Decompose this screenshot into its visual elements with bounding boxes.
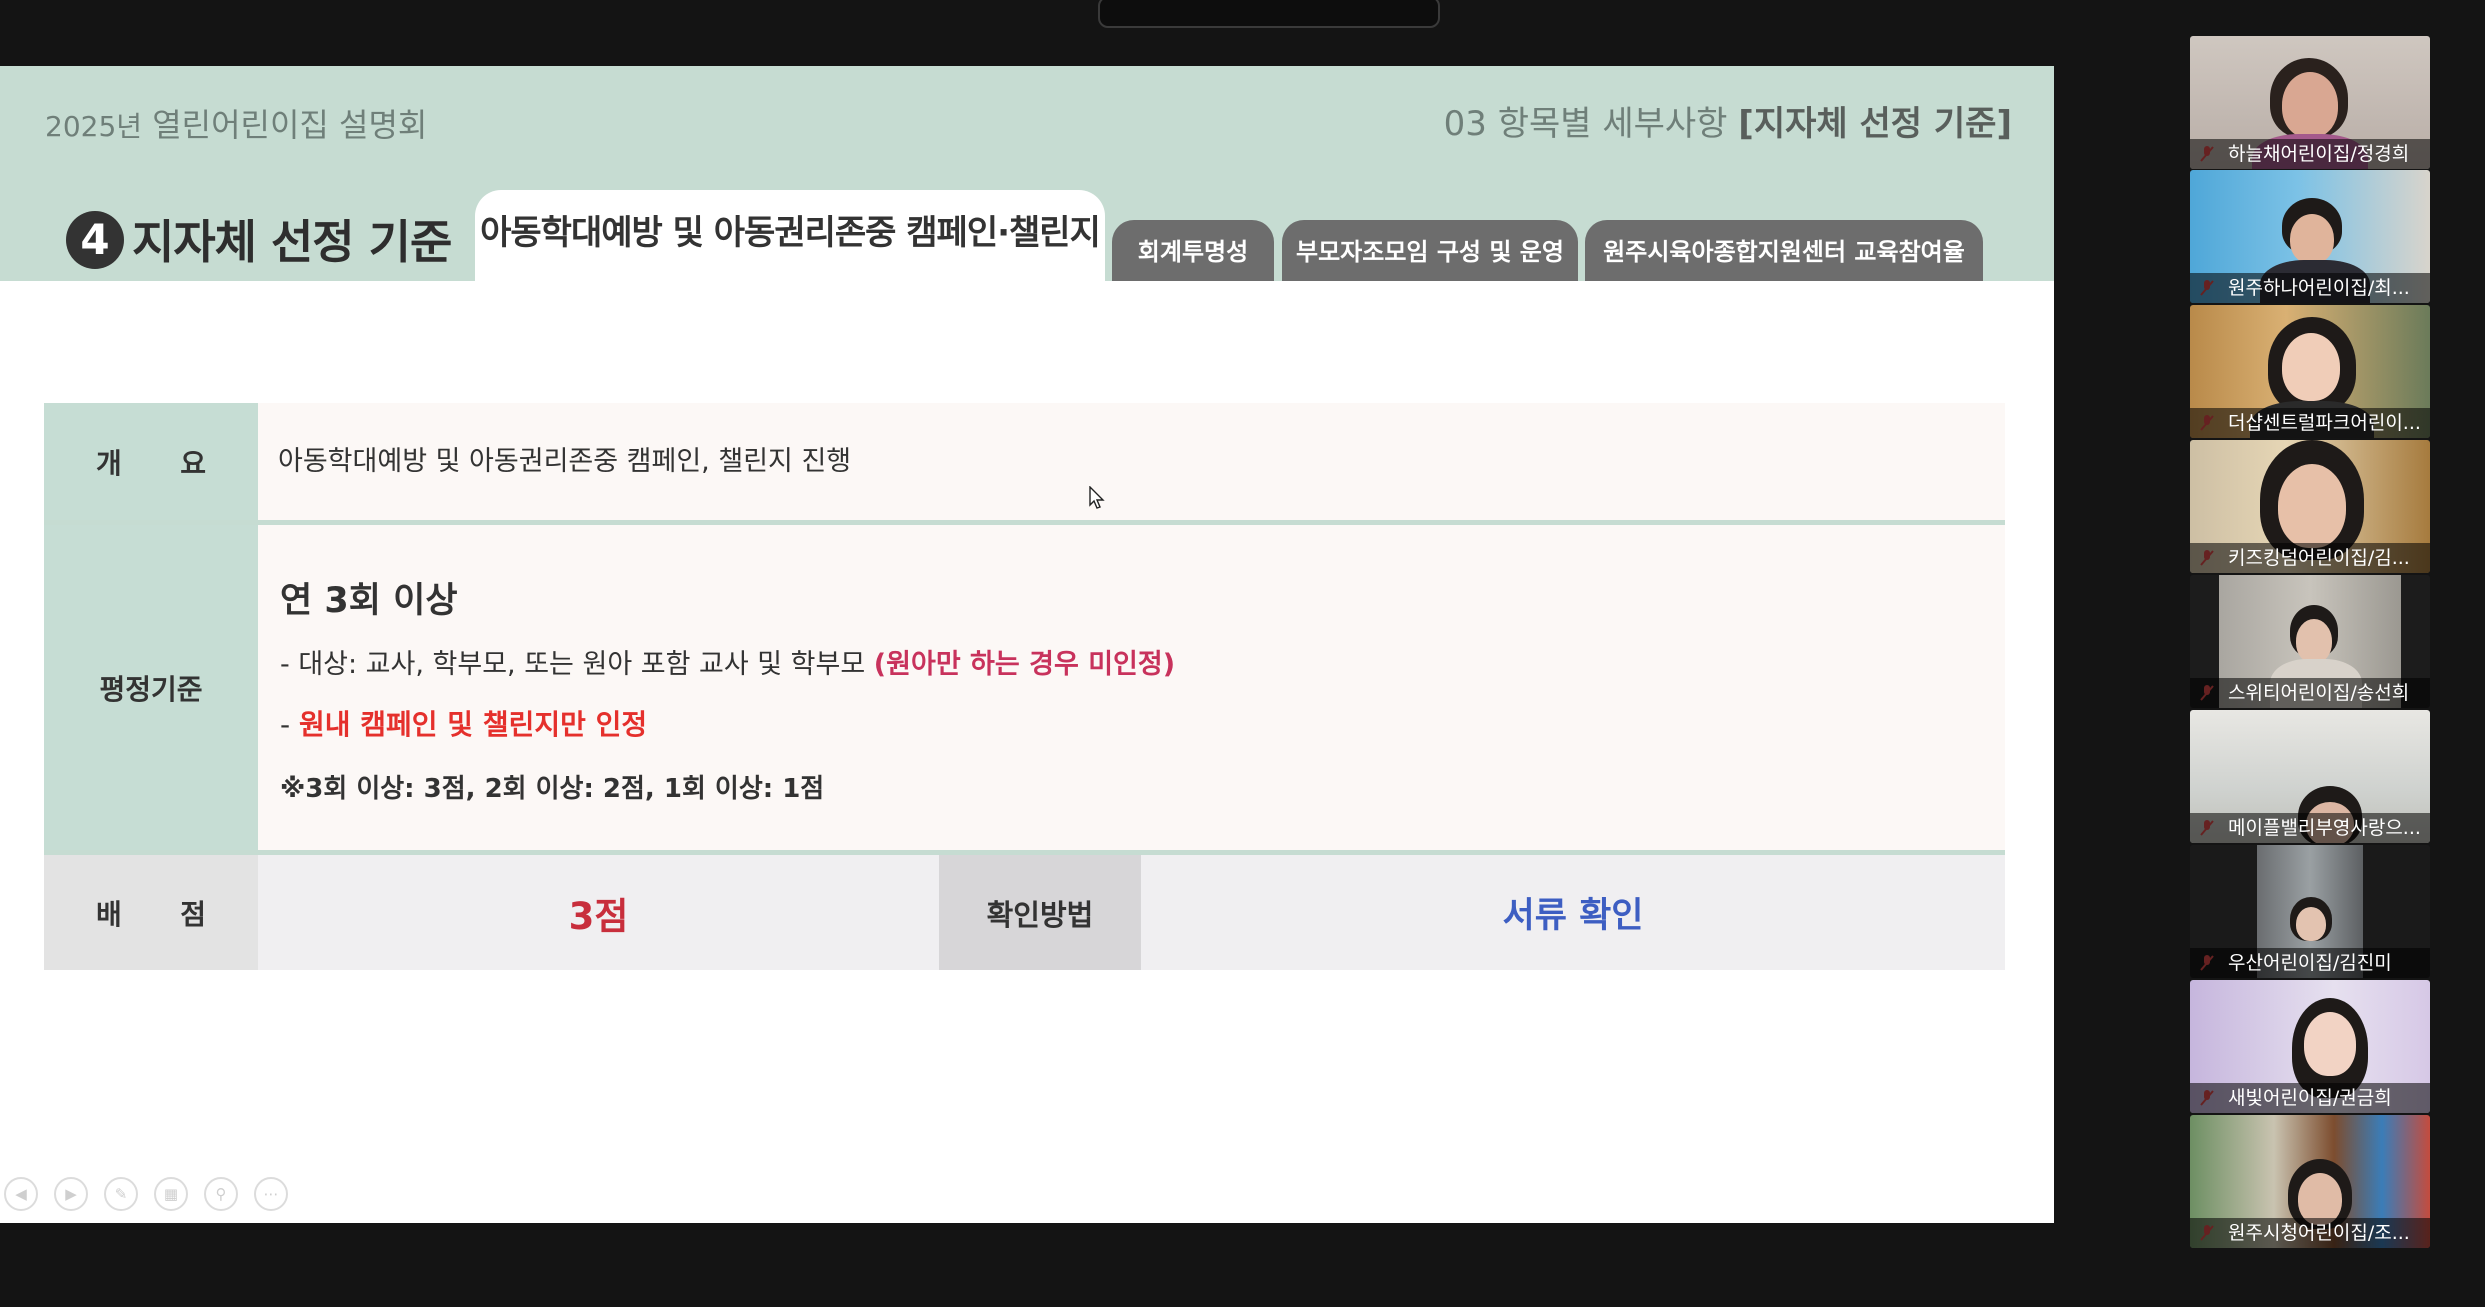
score-row: 배 점 3점 확인방법 서류 확인 [44, 855, 2005, 970]
criteria-heading: 연 3회 이상 [280, 581, 458, 621]
criteria-note: - 원내 캠페인 및 챌린지만 인정 [280, 708, 648, 741]
score-label: 배 점 [44, 855, 258, 970]
criteria-scoring: ※3회 이상: 3점, 2회 이상: 2점, 1회 이상: 1점 [280, 774, 825, 804]
criteria-label: 평정기준 [44, 525, 258, 850]
participant-tile[interactable]: 스위티어린이집/송선희 [2190, 575, 2430, 708]
participant-name: 원주하나어린이집/최... [2190, 273, 2430, 303]
section-title: 지자체 선정 기준 [132, 215, 452, 269]
participant-tile[interactable]: 우산어린이집/김진미 [2190, 845, 2430, 978]
participant-tile[interactable]: 더샵센트럴파크어린이... [2190, 305, 2430, 438]
criteria-target: - 대상: 교사, 학부모, 또는 원아 포함 교사 및 학부모 (원아만 하는… [280, 649, 1176, 680]
participant-tile[interactable]: 원주시청어린이집/조... [2190, 1115, 2430, 1248]
participant-name: 원주시청어린이집/조... [2190, 1218, 2430, 1248]
participant-name: 더샵센트럴파크어린이... [2190, 408, 2430, 438]
section-breadcrumb: 03 항목별 세부사항 [지자체 선정 기준] [1443, 104, 2012, 144]
event-title: 2025년 열린어린이집 설명회 [45, 106, 428, 144]
participant-name: 메이플밸리부영사랑으... [2190, 813, 2430, 843]
participant-tile[interactable]: 키즈킹덤어린이집/김... [2190, 440, 2430, 573]
participant-name: 키즈킹덤어린이집/김... [2190, 543, 2430, 573]
mouse-cursor-icon [1089, 486, 1105, 509]
criteria-value: 연 3회 이상 - 대상: 교사, 학부모, 또는 원아 포함 교사 및 학부모… [258, 525, 2005, 850]
slides-icon[interactable]: ▦ [154, 1177, 188, 1211]
participant-name: 스위티어린이집/송선희 [2190, 678, 2430, 708]
tab-accounting-transparency: 회계투명성 [1112, 220, 1274, 281]
overview-label: 개 요 [44, 403, 258, 520]
participant-name: 우산어린이집/김진미 [2190, 948, 2430, 978]
criteria-target-note: (원아만 하는 경우 미인정) [873, 649, 1176, 680]
prev-icon[interactable]: ◀ [4, 1177, 38, 1211]
participant-tile[interactable]: 새빛어린이집/권금희 [2190, 980, 2430, 1113]
score-value: 3점 [258, 855, 939, 970]
participant-tile[interactable]: 원주하나어린이집/최... [2190, 170, 2430, 303]
criteria-row: 평정기준 연 3회 이상 - 대상: 교사, 학부모, 또는 원아 포함 교사 … [44, 525, 2005, 850]
section-number-badge: 4 [66, 211, 124, 269]
verify-value: 서류 확인 [1141, 855, 2005, 970]
participant-name: 새빛어린이집/권금희 [2190, 1083, 2430, 1113]
next-icon[interactable]: ▶ [54, 1177, 88, 1211]
more-icon[interactable]: ⋯ [254, 1177, 288, 1211]
zoom-icon[interactable]: ⚲ [204, 1177, 238, 1211]
tab-campaign-challenge: 아동학대예방 및 아동권리존중 캠페인·챌린지 [475, 190, 1105, 281]
tab-education-participation: 원주시육아종합지원센터 교육참여율 [1585, 220, 1983, 281]
participant-name: 하늘채어린이집/정경희 [2190, 139, 2430, 169]
participant-tile[interactable]: 하늘채어린이집/정경희 [2190, 36, 2430, 169]
tab-parent-group: 부모자조모임 구성 및 운영 [1282, 220, 1578, 281]
verify-label: 확인방법 [939, 855, 1141, 970]
overview-value: 아동학대예방 및 아동권리존중 캠페인, 챌린지 진행 [258, 403, 2005, 520]
pen-icon[interactable]: ✎ [104, 1177, 138, 1211]
meeting-top-bar[interactable] [1098, 0, 1440, 28]
participant-tile[interactable]: 메이플밸리부영사랑으... [2190, 710, 2430, 843]
slide-header: 2025년 열린어린이집 설명회 03 항목별 세부사항 [지자체 선정 기준]… [0, 66, 2054, 281]
overview-row: 개 요 아동학대예방 및 아동권리존중 캠페인, 챌린지 진행 [44, 403, 2005, 520]
